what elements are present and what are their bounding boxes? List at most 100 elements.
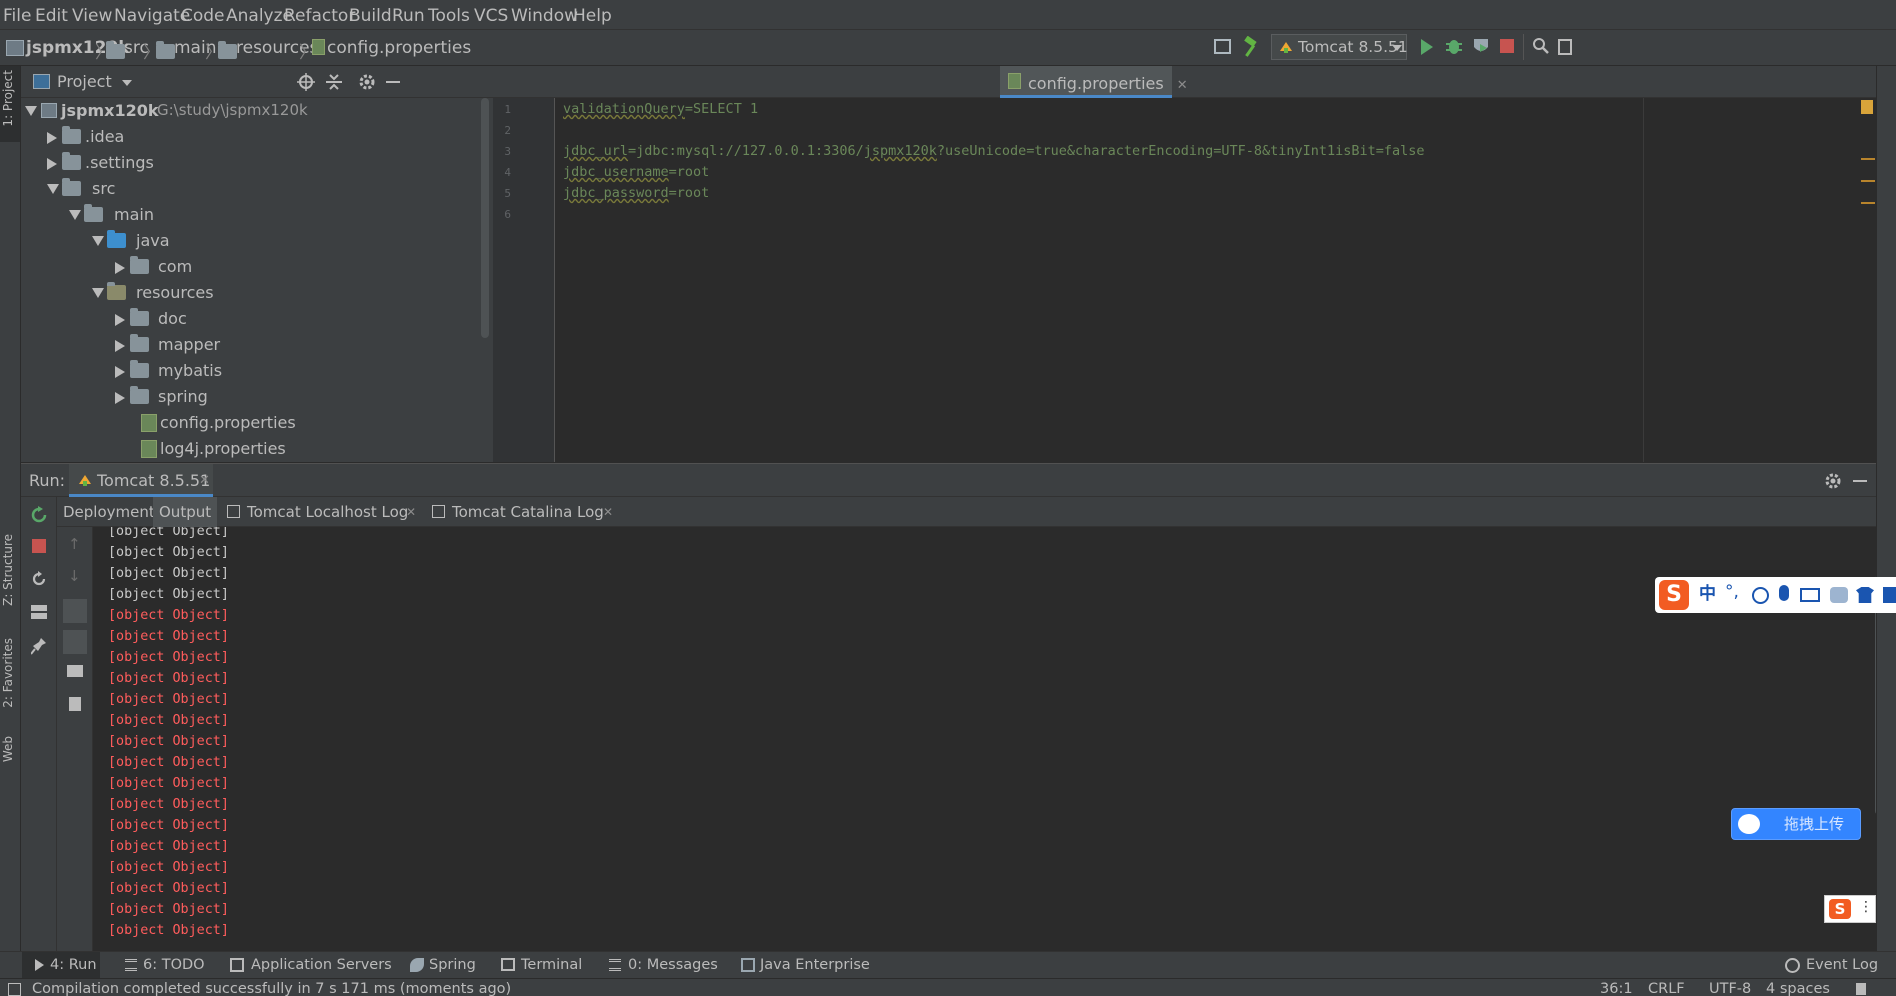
- layout-icon[interactable]: [1214, 39, 1231, 54]
- tool-tab-messages[interactable]: 0: Messages: [628, 957, 718, 973]
- tree-item-java[interactable]: java: [21, 228, 493, 254]
- indent-setting[interactable]: 4 spaces: [1766, 981, 1830, 996]
- coverage-icon[interactable]: [1471, 37, 1491, 57]
- tool-tab-terminal[interactable]: Terminal: [521, 957, 582, 973]
- close-icon[interactable]: ✕: [1177, 79, 1188, 92]
- menu-window[interactable]: Window: [511, 6, 578, 26]
- build-hammer-icon[interactable]: [1242, 36, 1262, 58]
- tool-tab-java-enterprise[interactable]: Java Enterprise: [760, 957, 870, 973]
- tree-item-mapper[interactable]: mapper: [21, 332, 493, 358]
- run-config-selector[interactable]: Tomcat 8.5.51: [1271, 34, 1408, 60]
- ime-lang-toggle[interactable]: 中: [1699, 586, 1716, 603]
- menu-refactor[interactable]: Refactor: [284, 6, 355, 26]
- subtab-output[interactable]: Output: [153, 497, 218, 527]
- menu-vcs[interactable]: VCS: [474, 6, 508, 26]
- subtab-deployment[interactable]: Deployment: [57, 497, 161, 527]
- stop-icon[interactable]: [32, 539, 46, 553]
- rerun-icon[interactable]: [30, 506, 48, 524]
- warning-stripe[interactable]: [1861, 158, 1875, 160]
- file-encoding[interactable]: UTF-8: [1709, 981, 1751, 996]
- tree-item-settings[interactable]: .settings: [21, 150, 493, 176]
- breadcrumb-file[interactable]: config.properties: [327, 38, 471, 58]
- tool-tab-run[interactable]: 4: Run: [22, 952, 100, 978]
- menu-run[interactable]: Run: [392, 6, 425, 26]
- keyboard-icon[interactable]: [1800, 588, 1820, 602]
- arrow-up-icon[interactable]: ↑: [68, 537, 81, 552]
- close-icon[interactable]: ✕: [603, 506, 613, 518]
- tree-item-config-properties[interactable]: config.properties: [21, 410, 493, 436]
- menu-icon[interactable]: [1883, 587, 1896, 603]
- layout-icon[interactable]: [31, 605, 47, 619]
- trash-icon[interactable]: [69, 697, 81, 711]
- menu-file[interactable]: File: [3, 6, 31, 26]
- menu-navigate[interactable]: Navigate: [114, 6, 190, 26]
- scroll-to-end-icon[interactable]: [63, 630, 87, 654]
- punctuation-icon[interactable]: °,: [1725, 584, 1739, 601]
- subtab-catalina-log[interactable]: Tomcat Catalina Log: [446, 497, 610, 527]
- favorites-tool-tab[interactable]: 2: Favorites: [1, 638, 15, 708]
- minimize-icon[interactable]: [386, 81, 400, 83]
- inspection-warning-icon[interactable]: [1861, 100, 1873, 114]
- debug-icon[interactable]: [1444, 36, 1464, 56]
- tool-tab-application-servers[interactable]: Application Servers: [251, 957, 392, 973]
- tree-item-idea[interactable]: .idea: [21, 124, 493, 150]
- menu-view[interactable]: View: [72, 6, 112, 26]
- tree-item-resources[interactable]: resources: [21, 280, 493, 306]
- ime-toolbar[interactable]: S 中 °,: [1655, 577, 1896, 613]
- lock-icon[interactable]: [1856, 983, 1866, 995]
- upload-widget[interactable]: 拖拽上传: [1731, 808, 1861, 840]
- soft-wrap-icon[interactable]: [63, 599, 87, 623]
- emoji-icon[interactable]: [1752, 587, 1769, 604]
- minimize-icon[interactable]: [1853, 480, 1867, 482]
- locate-file-icon[interactable]: [297, 73, 315, 91]
- tree-item-main[interactable]: main: [21, 202, 493, 228]
- tree-item-root[interactable]: jspmx120k G:\study\jspmx120k: [21, 98, 493, 124]
- toolbox-icon[interactable]: [1830, 587, 1848, 603]
- gear-icon[interactable]: [358, 73, 376, 91]
- menu-help[interactable]: Help: [573, 6, 612, 26]
- tree-item-doc[interactable]: doc: [21, 306, 493, 332]
- subtab-localhost-log[interactable]: Tomcat Localhost Log: [241, 497, 414, 527]
- project-view-label[interactable]: Project: [57, 74, 112, 90]
- close-icon[interactable]: ✕: [199, 474, 210, 487]
- tree-scrollbar[interactable]: [481, 98, 489, 338]
- close-icon[interactable]: ✕: [406, 506, 416, 518]
- pin-icon[interactable]: [31, 637, 47, 655]
- chevron-down-icon[interactable]: [122, 80, 132, 86]
- editor-tab-config-properties[interactable]: config.properties ✕: [1000, 66, 1188, 98]
- tree-item-com[interactable]: com: [21, 254, 493, 280]
- line-separator[interactable]: CRLF: [1648, 981, 1685, 996]
- caret-position[interactable]: 36:1: [1600, 981, 1633, 996]
- structure-icon[interactable]: [1558, 39, 1572, 55]
- print-icon[interactable]: [67, 665, 83, 677]
- run-tab-tomcat[interactable]: Tomcat 8.5.51 ✕: [69, 464, 213, 497]
- project-tool-tab[interactable]: 1: Project: [0, 66, 20, 142]
- ime-status-mini[interactable]: S ⋮: [1824, 895, 1876, 923]
- toggle-tool-windows-icon[interactable]: [8, 983, 21, 996]
- menu-edit[interactable]: Edit: [35, 6, 68, 26]
- console-output[interactable]: [object Object] [object Object] [object …: [93, 527, 1876, 951]
- microphone-icon[interactable]: [1779, 585, 1789, 601]
- collapse-all-icon[interactable]: [326, 73, 342, 91]
- tree-item-log4j-properties[interactable]: log4j.properties: [21, 436, 493, 462]
- menu-tools[interactable]: Tools: [428, 6, 470, 26]
- skin-icon[interactable]: [1856, 587, 1874, 603]
- update-app-icon[interactable]: [30, 570, 48, 588]
- gear-icon[interactable]: [1824, 472, 1842, 490]
- code-editor[interactable]: validationQuery=SELECT 1 jdbc_url=jdbc:m…: [555, 98, 1876, 462]
- menu-analyze[interactable]: Analyze: [226, 6, 293, 26]
- structure-tool-tab[interactable]: Z: Structure: [1, 534, 15, 606]
- menu-build[interactable]: Build: [349, 6, 392, 26]
- menu-code[interactable]: Code: [181, 6, 225, 26]
- tree-item-spring[interactable]: spring: [21, 384, 493, 410]
- warning-stripe[interactable]: [1861, 180, 1875, 182]
- tree-item-mybatis[interactable]: mybatis: [21, 358, 493, 384]
- arrow-down-icon[interactable]: ↓: [68, 569, 81, 584]
- tool-tab-event-log[interactable]: Event Log: [1806, 957, 1878, 973]
- run-icon[interactable]: [1419, 37, 1435, 57]
- web-tool-tab[interactable]: Web: [1, 736, 15, 762]
- tool-tab-spring[interactable]: Spring: [429, 957, 476, 973]
- tree-item-src[interactable]: src: [21, 176, 493, 202]
- search-icon[interactable]: [1532, 37, 1550, 55]
- stop-icon[interactable]: [1500, 39, 1514, 53]
